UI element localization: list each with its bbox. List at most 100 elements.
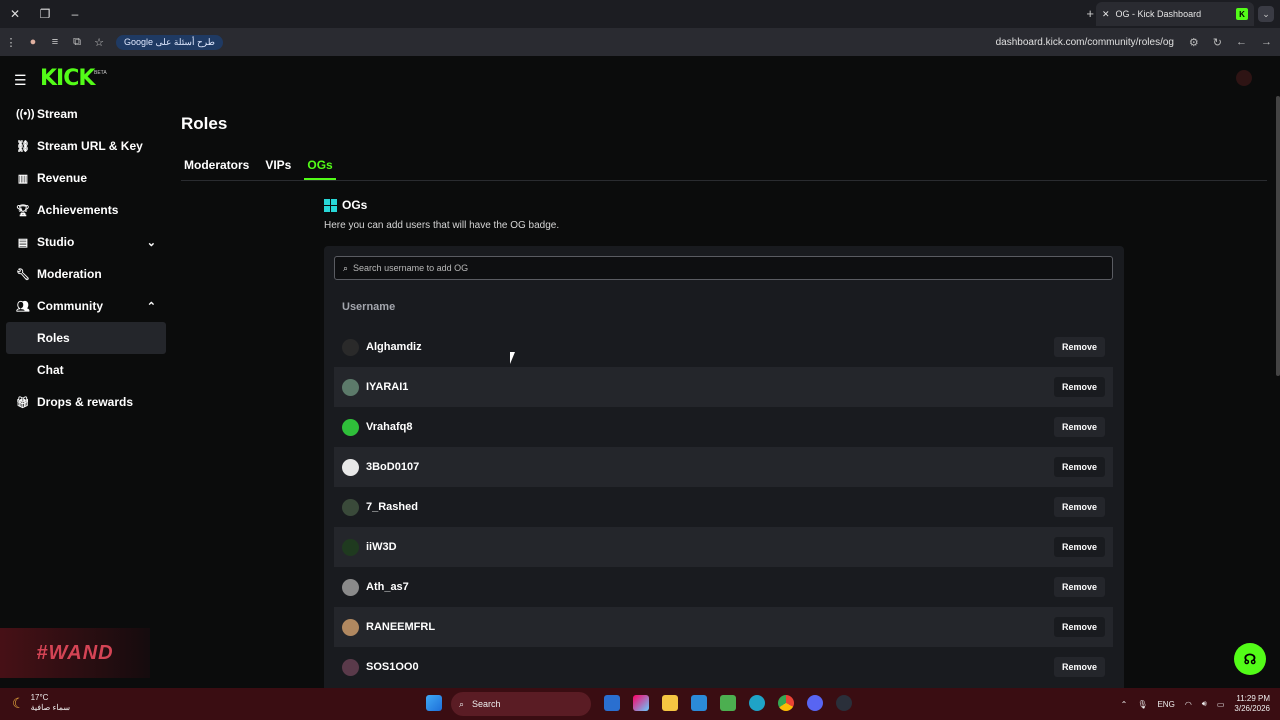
minecraft-icon[interactable]	[720, 695, 736, 711]
user-avatar	[342, 418, 359, 436]
user-row: iiW3D Remove	[334, 527, 1113, 567]
remove-button[interactable]: Remove	[1053, 337, 1105, 357]
link-icon: ⛓	[16, 140, 30, 153]
reload-icon[interactable]: ↻	[1213, 36, 1222, 49]
windows-taskbar: ☾ 17°C سماء صافية ⌕ Search ⌃ 🎙︎ ENG ◠ 🔊︎…	[0, 688, 1280, 720]
tab-moderators[interactable]: Moderators	[181, 158, 252, 180]
search-input[interactable]	[353, 263, 1112, 273]
section-title: OGs	[324, 198, 367, 212]
remove-button[interactable]: Remove	[1053, 457, 1105, 477]
user-list: Alghamdiz Remove IYARAI1 Remove Vrahafq8 Remo…	[334, 327, 1113, 687]
site-settings-icon[interactable]: ⚙	[1189, 36, 1199, 49]
microphone-icon[interactable]: 🎙︎	[1137, 700, 1147, 709]
close-tab-icon[interactable]: ✕	[1102, 9, 1110, 20]
language-indicator[interactable]: ENG	[1157, 700, 1174, 709]
remove-button[interactable]: Remove	[1053, 417, 1105, 437]
volume-icon[interactable]: 🔊︎	[1202, 699, 1207, 709]
user-row: 7_Rashed Remove	[334, 487, 1113, 527]
moon-icon: ☾	[12, 694, 25, 711]
edge-icon[interactable]	[749, 695, 765, 711]
new-tab-icon[interactable]: +	[1086, 6, 1094, 21]
chevron-down-icon: ⌄	[146, 236, 156, 249]
taskbar-search-label: Search	[472, 699, 501, 709]
windows-start-icon[interactable]	[426, 695, 442, 711]
user-avatar	[342, 658, 359, 676]
tab-ogs[interactable]: OGs	[304, 158, 336, 180]
extensions-icon[interactable]: ⧉	[66, 36, 88, 49]
sidebar-item-label: Revenue	[37, 171, 88, 185]
headset-icon: ☊	[1243, 650, 1257, 667]
page-scrollbar[interactable]	[1276, 96, 1280, 376]
google-lens-chip[interactable]: Google طرح أسئلة على	[116, 34, 223, 50]
sidebar-item-chat[interactable]: Chat	[0, 354, 172, 386]
remove-button[interactable]: Remove	[1053, 497, 1105, 517]
profile-icon[interactable]: ●	[22, 36, 44, 48]
search-box: ⌕	[334, 256, 1113, 280]
sidebar-item-community[interactable]: 👥︎ Community ⌃	[0, 290, 172, 322]
user-avatar[interactable]	[1236, 70, 1252, 86]
watermark-logo: #WAND	[0, 628, 150, 678]
tabs-divider	[181, 180, 1267, 181]
taskbar-start	[426, 695, 442, 711]
browser-tab-bar: ✕ ❐ – + ✕ OG - Kick Dashboard K ⌄	[0, 0, 1280, 28]
reading-list-icon[interactable]: ≡	[44, 36, 66, 48]
remove-button[interactable]: Remove	[1053, 577, 1105, 597]
support-chat-button[interactable]: ☊	[1234, 643, 1266, 675]
user-avatar	[342, 618, 359, 636]
menu-icon[interactable]: ☰	[14, 72, 27, 89]
search-icon: ⌕	[459, 698, 465, 709]
steam-icon[interactable]	[836, 695, 852, 711]
address-bar[interactable]: dashboard.kick.com/community/roles/og	[996, 37, 1174, 48]
user-avatar	[342, 378, 359, 396]
close-window-icon[interactable]: ✕	[0, 0, 30, 28]
sidebar-item-achievements[interactable]: 🏆︎ Achievements	[0, 194, 172, 226]
wifi-icon[interactable]: ◠	[1185, 700, 1192, 709]
remove-button[interactable]: Remove	[1053, 537, 1105, 557]
weather-widget[interactable]: ☾ 17°C سماء صافية	[12, 693, 70, 713]
sidebar-item-label: Drops & rewards	[37, 395, 134, 409]
sidebar-item-stream-url-key[interactable]: ⛓ Stream URL & Key	[0, 130, 172, 162]
user-row: SOS1OO0 Remove	[334, 647, 1113, 687]
sidebar-item-roles[interactable]: Roles	[6, 322, 166, 354]
username: SOS1OO0	[366, 661, 419, 673]
app-icon[interactable]	[691, 695, 707, 711]
remove-button[interactable]: Remove	[1053, 657, 1105, 677]
battery-icon[interactable]: ▭	[1217, 700, 1225, 709]
browser-tab[interactable]: ✕ OG - Kick Dashboard K	[1096, 2, 1254, 26]
tab-search-icon[interactable]: ⌄	[1258, 6, 1274, 22]
chrome-icon[interactable]	[778, 695, 794, 711]
roles-tabs: Moderators VIPs OGs	[181, 158, 336, 180]
minimize-window-icon[interactable]: –	[60, 0, 90, 28]
top-bar: ☰ KICK BETA	[0, 56, 1280, 100]
defender-icon[interactable]	[604, 695, 620, 711]
mouse-cursor	[510, 352, 515, 364]
sidebar-item-revenue[interactable]: ▥ Revenue	[0, 162, 172, 194]
beta-badge: BETA	[94, 70, 107, 76]
sidebar-dots-icon[interactable]: ⋮	[0, 36, 22, 49]
user-row: IYARAI1 Remove	[334, 367, 1113, 407]
sidebar-item-moderation[interactable]: 🔧︎ Moderation	[0, 258, 172, 290]
user-row: Alghamdiz Remove	[334, 327, 1113, 367]
chevron-up-icon[interactable]: ⌃	[1121, 700, 1128, 709]
restore-window-icon[interactable]: ❐	[30, 0, 60, 28]
forward-icon[interactable]: →	[1261, 36, 1272, 49]
remove-button[interactable]: Remove	[1053, 377, 1105, 397]
clock[interactable]: 11:29 PM 3/26/2026	[1234, 694, 1270, 714]
kick-logo[interactable]: KICK	[40, 66, 95, 91]
tab-vips[interactable]: VIPs	[262, 158, 294, 180]
user-row: RANEEMFRL Remove	[334, 607, 1113, 647]
bookmark-star-icon[interactable]: ☆	[88, 36, 110, 49]
discord-icon[interactable]	[807, 695, 823, 711]
user-avatar	[342, 578, 359, 596]
back-icon[interactable]: ←	[1236, 36, 1247, 49]
temperature: 17°C	[30, 693, 49, 702]
remove-button[interactable]: Remove	[1053, 617, 1105, 637]
sidebar-item-studio[interactable]: ▤ Studio ⌄	[0, 226, 172, 258]
file-explorer-icon[interactable]	[662, 695, 678, 711]
taskbar-search[interactable]: ⌕ Search	[451, 692, 591, 716]
user-avatar	[342, 498, 359, 516]
sidebar-item-drops-rewards[interactable]: 🎁︎ Drops & rewards	[0, 386, 172, 418]
sidebar-item-stream[interactable]: ((•)) Stream	[0, 98, 172, 130]
trophy-icon: 🏆︎	[16, 204, 30, 217]
copilot-icon[interactable]	[633, 695, 649, 711]
